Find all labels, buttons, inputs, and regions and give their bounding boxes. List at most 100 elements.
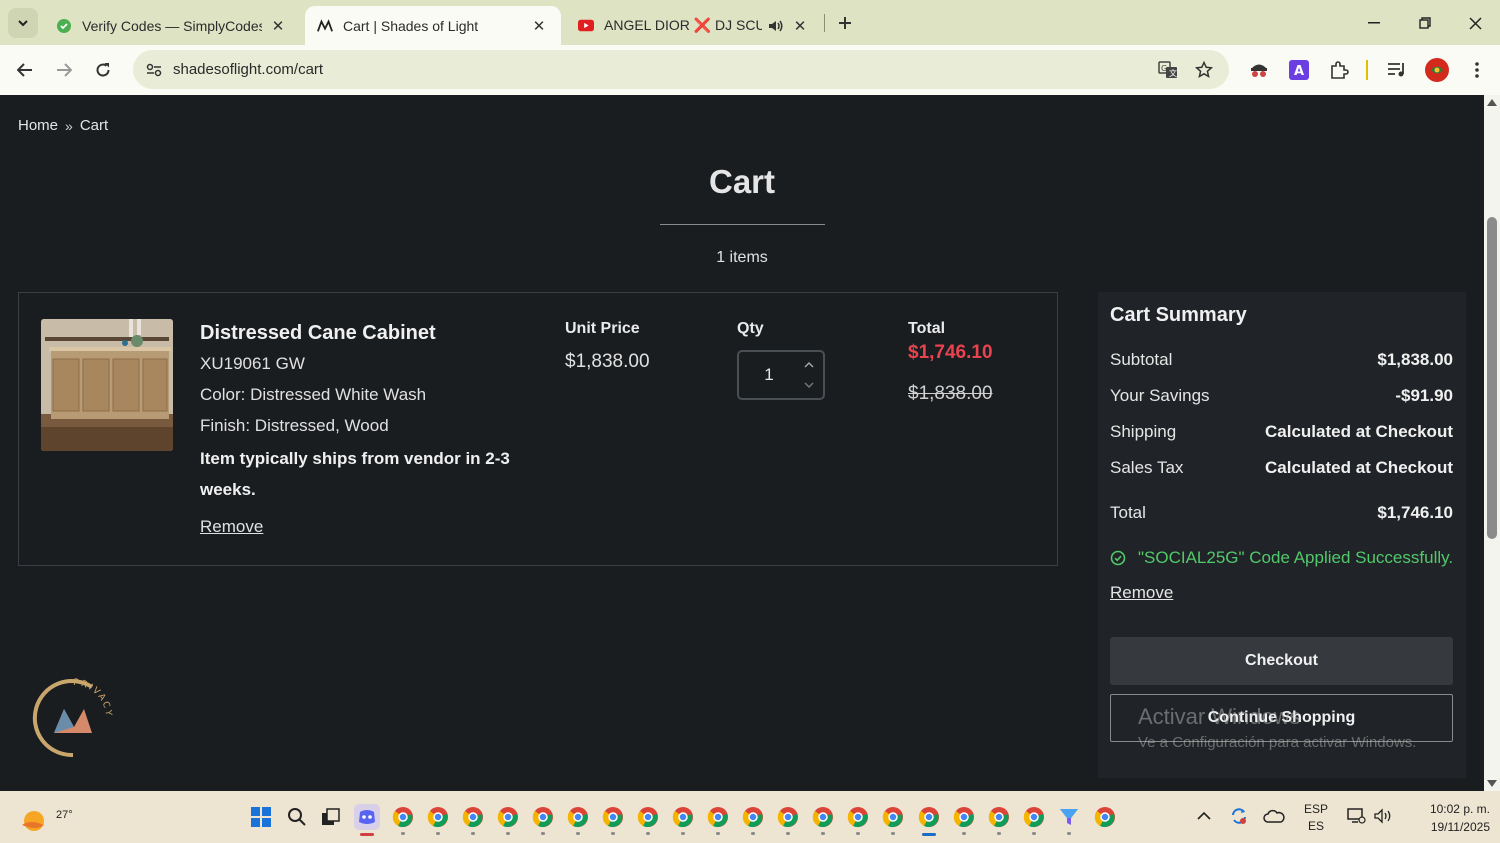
cart-summary-panel: Cart Summary Subtotal $1,838.00 Your Sav… — [1098, 292, 1466, 778]
filter-app-icon[interactable] — [1056, 804, 1082, 835]
continue-shopping-button[interactable]: Continue Shopping — [1110, 694, 1453, 742]
scroll-up-arrow-icon[interactable] — [1487, 99, 1497, 106]
profile-avatar[interactable] — [1422, 55, 1452, 85]
close-window-icon[interactable] — [1460, 8, 1490, 38]
tab-shades-of-light[interactable]: Cart | Shades of Light ✕ — [305, 6, 561, 45]
site-settings-icon[interactable] — [141, 57, 167, 83]
extension-spy-icon[interactable] — [1244, 55, 1274, 85]
windows-start-icon[interactable] — [248, 804, 274, 830]
chrome-icon[interactable] — [425, 804, 451, 835]
chrome-icon[interactable] — [1021, 804, 1047, 835]
breadcrumb: Home » Cart — [18, 117, 108, 134]
tab-search-button[interactable] — [8, 8, 38, 38]
product-thumbnail[interactable] — [41, 319, 173, 451]
discord-icon[interactable] — [354, 804, 380, 836]
svg-text:PRIVACY: PRIVACY — [73, 678, 114, 718]
extensions-puzzle-icon[interactable] — [1324, 55, 1354, 85]
chrome-icon[interactable] — [390, 804, 416, 835]
running-indicator — [821, 832, 825, 835]
chrome-icon[interactable] — [775, 804, 801, 835]
total-label: Total — [908, 320, 946, 337]
running-indicator — [891, 832, 895, 835]
qty-decrement-chevron-down-icon[interactable] — [801, 378, 817, 392]
show-hidden-icons-chevron-up-icon[interactable] — [1193, 805, 1215, 827]
extension-a-icon[interactable]: A — [1284, 55, 1314, 85]
remove-item-link[interactable]: Remove — [200, 517, 263, 537]
product-finish: Finish: Distressed, Wood — [200, 416, 389, 435]
close-tab-icon[interactable]: ✕ — [268, 16, 288, 36]
bookmark-star-icon[interactable] — [1191, 57, 1217, 83]
close-tab-icon[interactable]: ✕ — [529, 16, 549, 36]
chrome-icon[interactable] — [495, 804, 521, 835]
product-name[interactable]: Distressed Cane Cabinet — [200, 322, 436, 345]
cart-item-card: Distressed Cane Cabinet XU19061 GW Color… — [18, 292, 1058, 566]
quantity-stepper[interactable]: 1 — [737, 350, 825, 400]
privacy-badge[interactable]: PRIVACY — [32, 677, 114, 759]
remove-coupon-link[interactable]: Remove — [1110, 583, 1173, 603]
weather-widget[interactable]: 27° — [20, 801, 73, 835]
chrome-icon-active[interactable] — [916, 804, 942, 836]
media-control-icon[interactable] — [1382, 55, 1412, 85]
chrome-icon[interactable] — [845, 804, 871, 835]
chrome-icon[interactable] — [635, 804, 661, 835]
language-indicator[interactable]: ESP ES — [1302, 801, 1330, 835]
back-arrow-icon[interactable] — [10, 55, 40, 85]
chrome-icon[interactable] — [740, 804, 766, 835]
simplycodes-icon — [56, 18, 72, 34]
running-indicator — [436, 832, 440, 835]
unit-price-value: $1,838.00 — [565, 351, 650, 372]
scrollbar-thumb[interactable] — [1487, 217, 1497, 539]
translate-icon[interactable]: 文G — [1155, 57, 1181, 83]
onedrive-cloud-icon[interactable] — [1263, 805, 1285, 827]
search-icon[interactable] — [284, 804, 310, 830]
speaker-icon[interactable] — [768, 18, 784, 34]
chrome-icon[interactable] — [460, 804, 486, 835]
svg-text:A: A — [1294, 64, 1304, 79]
volume-icon[interactable] — [1373, 805, 1395, 827]
sync-icon[interactable] — [1228, 805, 1250, 827]
chrome-icon[interactable] — [705, 804, 731, 835]
reload-icon[interactable] — [88, 55, 118, 85]
product-sku: XU19061 GW — [200, 354, 305, 373]
new-tab-plus-icon[interactable] — [832, 10, 858, 36]
page-scrollbar[interactable] — [1484, 95, 1500, 791]
browser-menu-icon[interactable] — [1462, 55, 1492, 85]
task-view-icon[interactable] — [318, 804, 344, 830]
cart-page: Home » Cart Cart 1 items Distressed Cane… — [0, 95, 1484, 791]
quantity-value[interactable]: 1 — [739, 365, 799, 385]
forward-arrow-icon[interactable] — [49, 55, 79, 85]
running-indicator — [646, 832, 650, 835]
close-tab-icon[interactable]: ✕ — [790, 16, 810, 36]
running-indicator — [962, 832, 966, 835]
tab-youtube[interactable]: ANGEL DIOR ❌ DJ SCUFF ✕ — [566, 6, 822, 45]
browser-tabstrip: Verify Codes — SimplyCodes ✕ Cart | Shad… — [0, 0, 1500, 45]
chrome-icon[interactable] — [1092, 804, 1118, 830]
clock-date: 19/11/2025 — [1430, 820, 1490, 834]
system-clock[interactable]: 10:02 p. m. 19/11/2025 — [1400, 800, 1490, 836]
running-indicator — [576, 832, 580, 835]
running-indicator — [997, 832, 1001, 835]
chrome-icon[interactable] — [986, 804, 1012, 835]
summary-row-total: Total $1,746.10 — [1110, 503, 1453, 523]
checkout-button[interactable]: Checkout — [1110, 637, 1453, 685]
restore-icon[interactable] — [1410, 8, 1440, 38]
shades-of-light-icon — [317, 18, 333, 34]
minimize-icon[interactable] — [1359, 8, 1389, 38]
network-icon[interactable] — [1345, 805, 1367, 827]
chrome-icon[interactable] — [951, 804, 977, 835]
tab-simplycodes[interactable]: Verify Codes — SimplyCodes ✕ — [44, 6, 300, 45]
scroll-down-arrow-icon[interactable] — [1487, 780, 1497, 787]
running-indicator — [506, 832, 510, 835]
chrome-icon[interactable] — [810, 804, 836, 835]
breadcrumb-separator: » — [65, 117, 73, 134]
breadcrumb-home-link[interactable]: Home — [18, 117, 58, 134]
address-bar[interactable]: shadesoflight.com/cart 文G — [133, 50, 1229, 89]
chrome-icon[interactable] — [880, 804, 906, 835]
qty-increment-chevron-up-icon[interactable] — [801, 358, 817, 372]
chrome-icon[interactable] — [670, 804, 696, 835]
chrome-icon[interactable] — [530, 804, 556, 835]
chrome-icon[interactable] — [600, 804, 626, 835]
chrome-icon[interactable] — [565, 804, 591, 835]
summary-label: Total — [1110, 503, 1146, 522]
svg-text:G: G — [1161, 64, 1167, 73]
